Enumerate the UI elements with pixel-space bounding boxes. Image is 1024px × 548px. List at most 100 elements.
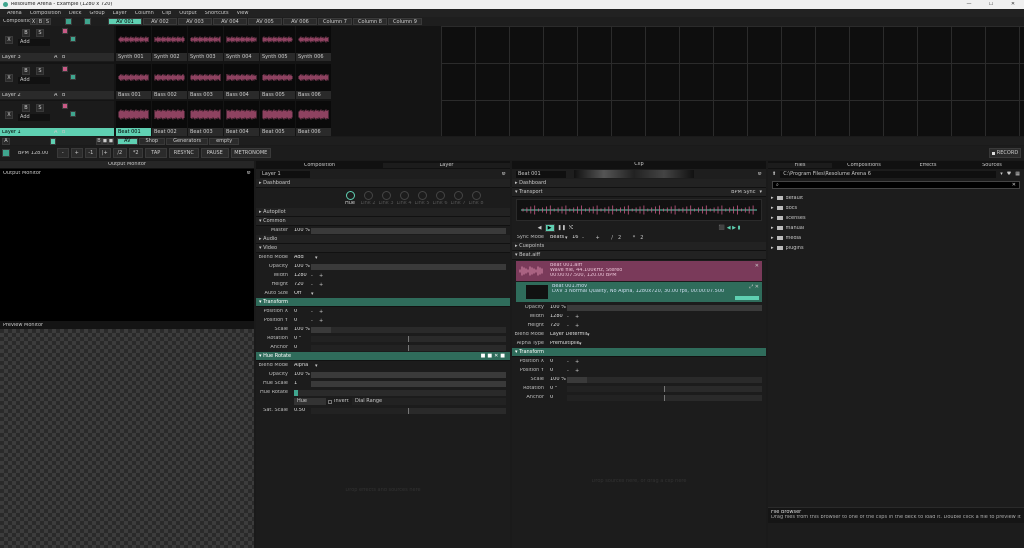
clip-slot[interactable]: Bass 006	[296, 64, 331, 100]
tab-layer[interactable]: Layer	[383, 162, 510, 168]
autosize-select[interactable]: Off	[291, 291, 311, 296]
clip-tab[interactable]: Clip	[634, 162, 643, 167]
hr-opacity-slider[interactable]	[311, 371, 506, 378]
tab-composition[interactable]: Composition	[256, 163, 383, 168]
dashboard-knob[interactable]: Link 3	[378, 190, 394, 206]
opacity-value[interactable]: 100 %	[291, 264, 311, 269]
layer-clear-button[interactable]: X	[5, 36, 13, 44]
video-file-card[interactable]: Beat 001.mov DXV 3 Normal Quality, No Al…	[516, 282, 762, 302]
clip-anchor-slider[interactable]	[567, 394, 762, 401]
clip-slot[interactable]: Synth 006	[296, 26, 331, 62]
dashboard-knob[interactable]: Link 6	[432, 190, 448, 206]
folder-item[interactable]: ▸ plugins	[768, 243, 1024, 253]
layer-b-button[interactable]: B	[62, 130, 65, 135]
master-slider[interactable]	[311, 227, 506, 234]
layer-a-button[interactable]: A	[54, 93, 62, 98]
expand-icon[interactable]: ▸	[771, 245, 774, 251]
menu-arena[interactable]: Arena	[3, 11, 26, 16]
layer-audio-toggle[interactable]	[62, 103, 68, 109]
knob-dial[interactable]	[381, 190, 391, 200]
video-card-actions[interactable]: ⤢ ✕	[749, 284, 759, 290]
column-header[interactable]: AV 005	[248, 18, 282, 25]
beats-value[interactable]: 16	[569, 235, 579, 240]
video-header[interactable]: ▾ Video	[256, 244, 510, 253]
rotation-slider[interactable]	[311, 335, 506, 342]
clip-slot[interactable]: Synth 003	[188, 26, 223, 62]
grid-view-icon[interactable]: ▦	[1015, 171, 1024, 177]
height-plus[interactable]: +	[319, 282, 323, 288]
scale-value[interactable]: 100 %	[291, 327, 311, 332]
metronome-button[interactable]: METRONOME	[230, 148, 271, 158]
clip-slot[interactable]: Bass 002	[152, 64, 187, 100]
bpm-value[interactable]: 128.00	[31, 151, 55, 156]
clip-slot[interactable]: Bass 003	[188, 64, 223, 100]
hr-blend-select[interactable]: Alpha	[291, 363, 315, 368]
clip-slot[interactable]: Synth 002	[152, 26, 187, 62]
blend-mode-select[interactable]: Add	[291, 255, 315, 260]
expand-icon[interactable]: ▸	[771, 195, 774, 201]
deck-scroll-handle[interactable]	[50, 137, 56, 145]
path-field[interactable]: C:\Program Files\Resolume Arena 6	[780, 170, 997, 178]
knob-dial[interactable]	[471, 190, 481, 200]
column-header[interactable]: AV 003	[178, 18, 212, 25]
layer-bypass-button[interactable]: B	[22, 29, 30, 37]
layer-clear-button[interactable]: X	[5, 74, 13, 82]
clip-height-value[interactable]: 720	[547, 323, 567, 328]
folder-item[interactable]: ▸ licenses	[768, 213, 1024, 223]
bpm-nudge-down-button[interactable]: -1	[84, 148, 97, 158]
composition-label[interactable]: Composition	[0, 19, 30, 24]
clip-slot[interactable]: Bass 004	[224, 64, 259, 100]
clip-slot[interactable]: Synth 001	[116, 26, 151, 62]
video-card-toggles[interactable]	[735, 296, 759, 300]
play-forward-icon[interactable]: ▶	[544, 224, 555, 232]
layer-dashboard-header[interactable]: ▸ Dashboard	[256, 179, 510, 188]
beats-adjust[interactable]: - + /2 *2	[579, 235, 648, 241]
bpm-double-button[interactable]: *2	[128, 148, 143, 158]
clip-opacity-value[interactable]: 100 %	[547, 305, 567, 310]
layer-name[interactable]: Layer 1	[0, 130, 50, 135]
master-value[interactable]: 100 %	[291, 228, 311, 233]
column-header[interactable]: AV 002	[143, 18, 177, 25]
anchor-slider[interactable]	[311, 344, 506, 351]
layer-b-button[interactable]: B	[62, 93, 65, 98]
knob-dial[interactable]	[399, 190, 409, 200]
layer-solo-button[interactable]: S	[36, 104, 44, 112]
folder-item[interactable]: ▸ media	[768, 233, 1024, 243]
layer-video-toggle[interactable]	[70, 111, 76, 117]
clip-transport-header[interactable]: ▾ Transport BPM Sync ▾	[512, 188, 766, 197]
dashboard-knob[interactable]: Link 4	[396, 190, 412, 206]
deck-a-button[interactable]: A	[2, 137, 10, 145]
expand-icon[interactable]: ▸	[771, 215, 774, 221]
audio-file-header[interactable]: ▾ Beat.aiff	[512, 251, 766, 260]
parent-folder-icon[interactable]: ⬆	[772, 171, 776, 177]
layer-solo-button[interactable]: S	[36, 29, 44, 37]
layer-b-button[interactable]: B	[62, 55, 65, 60]
column-header[interactable]: Column 7	[318, 18, 352, 25]
menu-output[interactable]: Output	[175, 11, 200, 16]
resync-button[interactable]: RESYNC	[168, 148, 199, 158]
deck-tab[interactable]: empty	[209, 137, 240, 145]
anchor-value[interactable]: 0	[291, 345, 311, 350]
clip-slot[interactable]: Beat 001	[116, 101, 151, 137]
bpm-half-button[interactable]: /2	[112, 148, 127, 158]
hue-scale-value[interactable]: 1	[291, 381, 311, 386]
pause-icon[interactable]: ❚❚	[558, 225, 566, 231]
posx-plus[interactable]: +	[319, 309, 323, 315]
deck-tab[interactable]: AV	[117, 137, 138, 145]
posy-value[interactable]: 0	[291, 318, 311, 323]
knob-dial[interactable]	[345, 190, 355, 200]
audio-file-card[interactable]: Beat 001.aiff Wave file, 44.100kHz, Ster…	[516, 261, 762, 281]
height-value[interactable]: 720	[291, 282, 311, 287]
layer-a-button[interactable]: A	[54, 55, 62, 60]
hue-scale-slider[interactable]	[311, 380, 506, 387]
clip-slot[interactable]: Synth 005	[260, 26, 295, 62]
dashboard-knob[interactable]: Link 5	[414, 190, 430, 206]
expand-icon[interactable]: ▸	[771, 235, 774, 241]
search-field[interactable]: ⌕ ✕	[772, 181, 1020, 189]
bpm-sync-select[interactable]: BPM Sync	[731, 190, 759, 195]
effect-buttons[interactable]: ■■✕■	[481, 353, 510, 359]
clip-rotation-slider[interactable]	[567, 385, 762, 392]
remove-audio-icon[interactable]: ✕	[755, 263, 759, 269]
favorite-icon[interactable]: ♥	[1007, 171, 1011, 177]
sat-value[interactable]: 0.50	[291, 408, 311, 413]
